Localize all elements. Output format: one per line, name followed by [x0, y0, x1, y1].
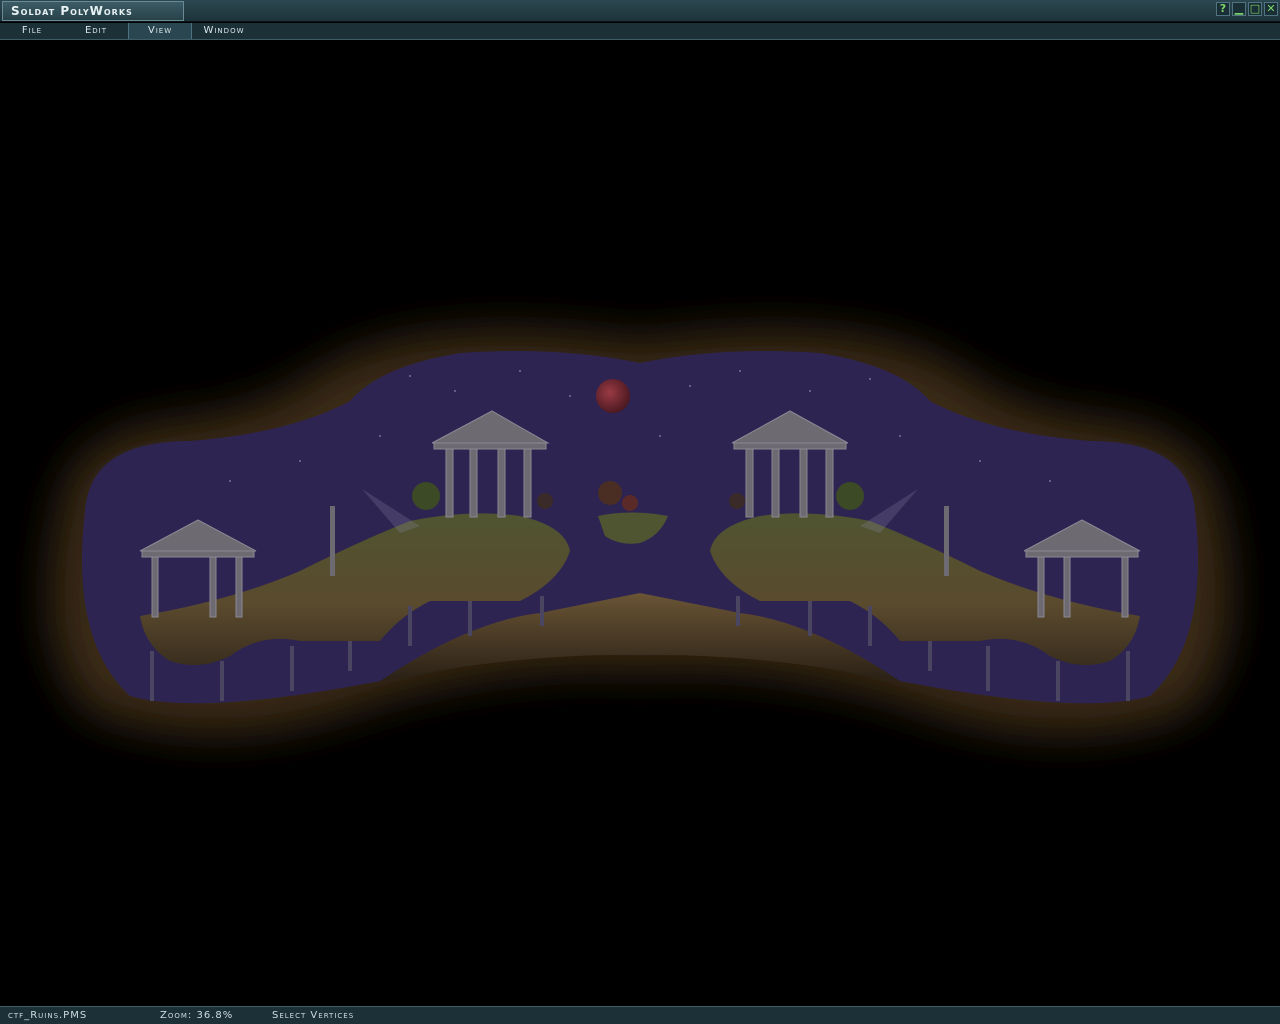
menu-file[interactable]: File — [0, 23, 64, 39]
status-filename: ctf_Ruins.PMS — [8, 1010, 88, 1021]
menu-bar: File Edit View Window — [0, 23, 1280, 40]
window-controls: ? ▁ □ ✕ — [1216, 2, 1278, 16]
menu-edit[interactable]: Edit — [64, 23, 128, 39]
moon — [596, 379, 630, 413]
minimize-icon[interactable]: ▁ — [1232, 2, 1246, 16]
close-icon[interactable]: ✕ — [1264, 2, 1278, 16]
status-mode: Select Vertices — [272, 1010, 355, 1021]
status-bar: ctf_Ruins.PMS Zoom: 36.8% Select Vertice… — [0, 1006, 1280, 1024]
menu-view[interactable]: View — [128, 23, 192, 39]
menu-window[interactable]: Window — [192, 23, 256, 39]
title-bar: Soldat PolyWorks ? ▁ □ ✕ — [0, 0, 1280, 22]
map-canvas[interactable] — [0, 41, 1280, 1005]
status-zoom: Zoom: 36.8% — [160, 1010, 234, 1021]
map-scene — [50, 331, 1230, 734]
window-title: Soldat PolyWorks — [2, 1, 184, 21]
maximize-icon[interactable]: □ — [1248, 2, 1262, 16]
help-icon[interactable]: ? — [1216, 2, 1230, 16]
